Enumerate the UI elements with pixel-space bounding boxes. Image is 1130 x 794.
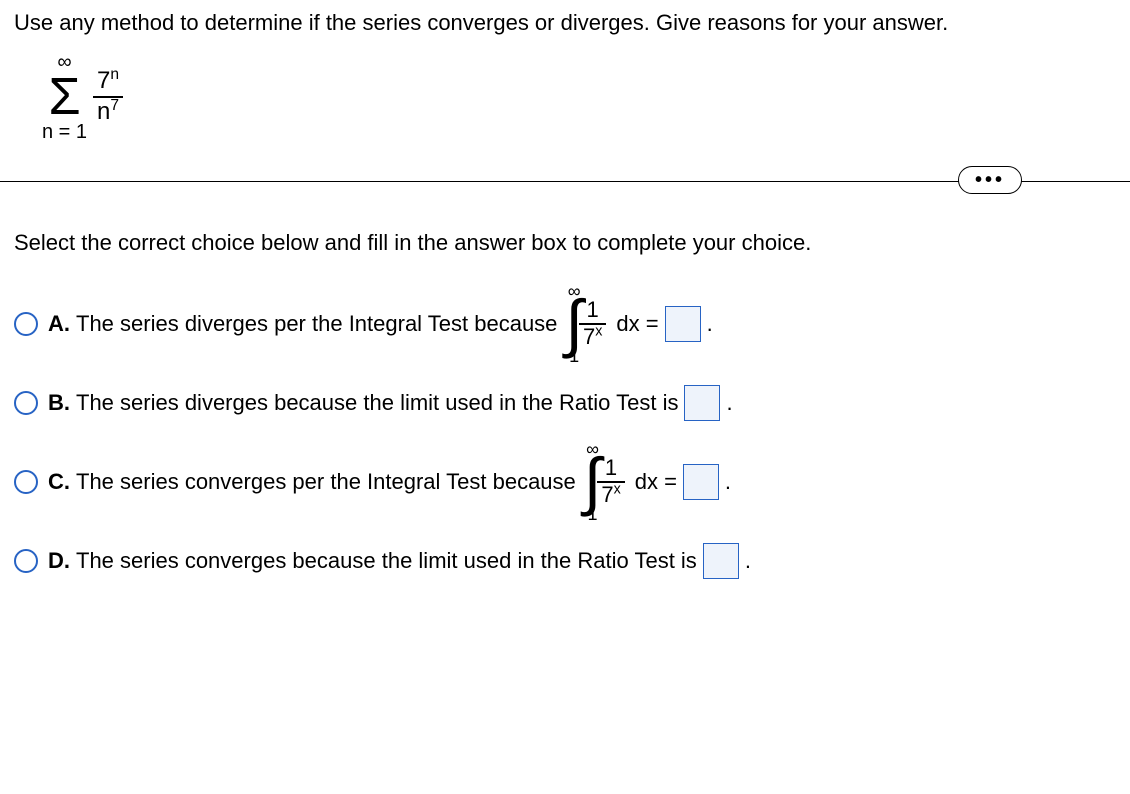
choice-d-text: The series converges because the limit u… bbox=[76, 548, 697, 574]
more-options-button[interactable]: ••• bbox=[958, 166, 1022, 194]
choice-letter: A. bbox=[48, 311, 76, 337]
integral-c: ∞ ∫ 1 1 7x bbox=[584, 442, 627, 521]
radio-a[interactable] bbox=[14, 312, 38, 336]
choice-c-text: The series converges per the Integral Te… bbox=[76, 469, 576, 495]
choice-letter: C. bbox=[48, 469, 76, 495]
choice-b-text: The series diverges because the limit us… bbox=[76, 390, 678, 416]
period: . bbox=[726, 390, 732, 416]
choice-a-text: The series diverges per the Integral Tes… bbox=[76, 311, 557, 337]
radio-c[interactable] bbox=[14, 470, 38, 494]
choice-c[interactable]: C. The series converges per the Integral… bbox=[14, 440, 1116, 524]
choice-letter: D. bbox=[48, 548, 76, 574]
answer-input-a[interactable] bbox=[665, 306, 701, 342]
dx-equals: dx = bbox=[616, 311, 658, 337]
period: . bbox=[725, 469, 731, 495]
choice-b[interactable]: B. The series diverges because the limit… bbox=[14, 378, 1116, 428]
integral-a: ∞ ∫ 1 1 7x bbox=[565, 284, 608, 363]
sigma-lower-limit: n = 1 bbox=[42, 122, 87, 142]
radio-b[interactable] bbox=[14, 391, 38, 415]
question-text: Use any method to determine if the serie… bbox=[14, 8, 1116, 38]
choice-letter: B. bbox=[48, 390, 76, 416]
instructions-text: Select the correct choice below and fill… bbox=[14, 230, 1116, 256]
answer-input-c[interactable] bbox=[683, 464, 719, 500]
period: . bbox=[707, 311, 713, 337]
sigma-symbol: Σ bbox=[48, 74, 80, 121]
radio-d[interactable] bbox=[14, 549, 38, 573]
choice-a[interactable]: A. The series diverges per the Integral … bbox=[14, 282, 1116, 366]
series-expression: ∞ Σ n = 1 7n n7 bbox=[42, 48, 1116, 148]
answer-input-b[interactable] bbox=[684, 385, 720, 421]
series-fraction: 7n n7 bbox=[93, 67, 123, 127]
section-divider: ••• bbox=[0, 166, 1130, 196]
choice-d[interactable]: D. The series converges because the limi… bbox=[14, 536, 1116, 586]
choices-group: A. The series diverges per the Integral … bbox=[14, 282, 1116, 586]
dx-equals: dx = bbox=[635, 469, 677, 495]
period: . bbox=[745, 548, 751, 574]
answer-input-d[interactable] bbox=[703, 543, 739, 579]
